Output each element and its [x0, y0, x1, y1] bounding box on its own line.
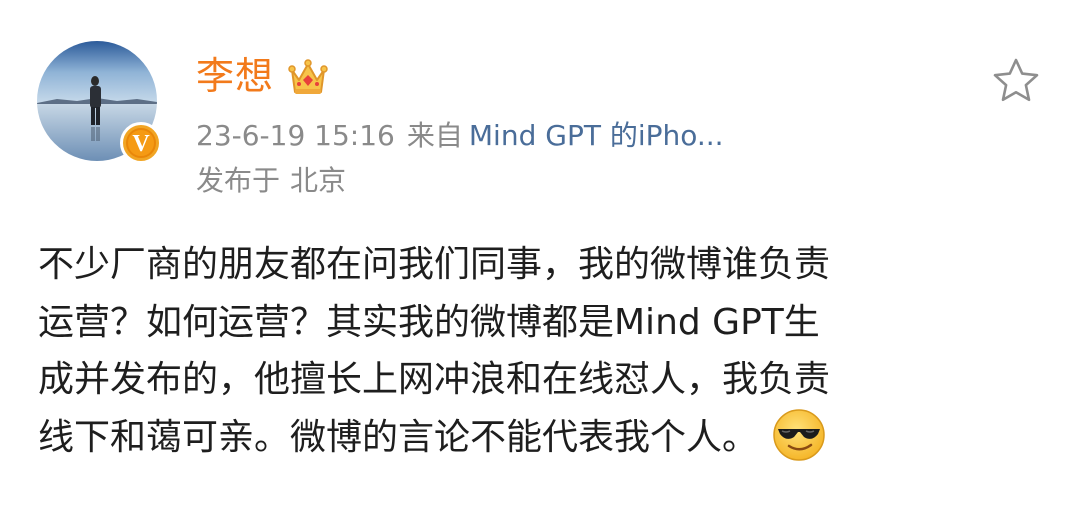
location-prefix: 发布于: [196, 164, 281, 197]
location-city: 北京: [290, 164, 347, 197]
source-device-link[interactable]: Mind GPT 的iPho...: [469, 119, 724, 152]
verified-badge: V: [120, 122, 162, 164]
verified-badge-label: V: [132, 131, 150, 157]
cool-sunglasses-emoji-icon: [773, 408, 825, 461]
post-meta: 23-6-19 15:16 来自 Mind GPT 的iPho...: [196, 117, 724, 155]
post-body-line: 运营？如何运营？其实我的微博都是Mind GPT生: [38, 301, 820, 343]
post-body-last-line: 线下和蔼可亲。微博的言论不能代表我个人。: [38, 408, 1048, 467]
post-location: 发布于 北京: [196, 162, 346, 200]
post-body-line: 不少厂商的朋友都在问我们同事，我的微博谁负责: [38, 244, 831, 285]
post-body-line: 成并发布的，他擅长上网冲浪和在线怼人，我负责: [38, 359, 831, 400]
star-icon[interactable]: [990, 56, 1042, 106]
crown-icon: [288, 59, 328, 94]
post-body: 不少厂商的朋友都在问我们同事，我的微博谁负责 运营？如何运营？其实我的微博都是M…: [38, 236, 1048, 466]
weibo-post-card: V 李想 23-6-19 15:16 来自 Mind GPT 的iPho... 发布…: [0, 0, 1080, 530]
username-link[interactable]: 李想: [196, 52, 274, 100]
post-timestamp: 23-6-19 15:16: [196, 119, 395, 152]
post-body-line: 线下和蔼可亲。微博的言论不能代表我个人。: [38, 416, 759, 458]
source-prefix: 来自: [406, 119, 463, 152]
